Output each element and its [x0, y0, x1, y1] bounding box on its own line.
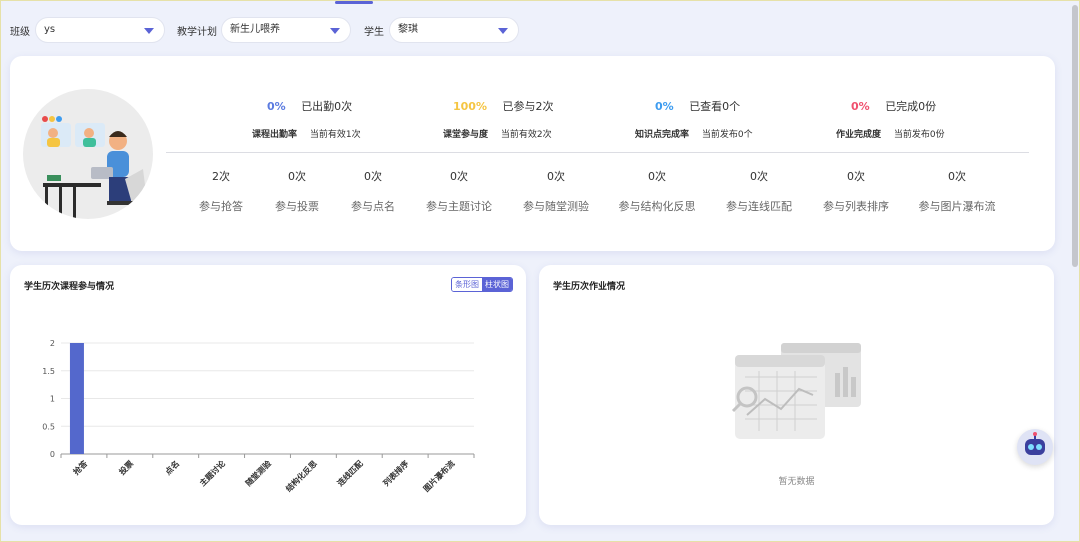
metric-attendance-sub: 课程出勤率 当前有效1次	[252, 127, 361, 140]
bar-chart: 0 0.5 1 1.5 2 抢答 投票 点名 主题讨论 随堂测验 结构化反思 连线匹配 列表排序 图片瀑布…	[42, 339, 475, 494]
activity-label: 参与列表排序	[823, 200, 889, 213]
robot-icon	[1025, 432, 1045, 455]
x-tick-label: 连线匹配	[335, 458, 365, 488]
y-tick-label: 1	[50, 395, 55, 404]
class-select-value: ys	[44, 24, 56, 35]
homework-card: 学生历次作业情况 暂无数据	[539, 265, 1054, 525]
student-select-value: 黎琪	[398, 24, 418, 35]
activity-item: 0次 参与列表排序	[801, 168, 911, 214]
activity-value: 0次	[547, 170, 565, 183]
metric-knowledge: 0% 已查看0个	[655, 98, 740, 114]
chevron-down-icon	[498, 28, 508, 34]
activity-item: 0次 参与连线匹配	[704, 168, 814, 214]
metric-participation-desc: 当前有效2次	[500, 130, 552, 140]
activity-value: 0次	[847, 170, 865, 183]
metric-attendance: 0% 已出勤0次	[267, 98, 352, 114]
chevron-down-icon	[144, 28, 154, 34]
metric-homework-desc: 当前发布0份	[893, 130, 945, 140]
plan-select[interactable]: 新生儿喂养	[221, 17, 351, 43]
metric-attendance-count: 已出勤0次	[301, 100, 353, 113]
metric-knowledge-pct: 0%	[655, 100, 674, 113]
course-participation-card: 学生历次课程参与情况 条形图 柱状图 0 0.5 1 1.5 2 抢答 投票 点名 主题讨论 随堂…	[10, 265, 526, 525]
metric-knowledge-sub: 知识点完成率 当前发布0个	[635, 127, 753, 140]
activity-value: 0次	[750, 170, 768, 183]
y-tick-label: 0	[50, 450, 55, 459]
y-tick-label: 0.5	[42, 422, 55, 431]
chevron-down-icon	[330, 28, 340, 34]
x-tick-label: 随堂测验	[243, 458, 273, 488]
divider	[166, 152, 1029, 153]
activity-value: 0次	[648, 170, 666, 183]
metric-participation: 100% 已参与2次	[453, 98, 553, 114]
metric-attendance-pct: 0%	[267, 100, 286, 113]
activity-label: 参与连线匹配	[726, 200, 792, 213]
x-tick-label: 投票	[117, 458, 135, 476]
x-tick-label: 抢答	[71, 458, 90, 477]
activity-label: 参与主题讨论	[426, 200, 492, 213]
scrollbar[interactable]	[1072, 5, 1078, 267]
x-tick-label: 图片瀑布流	[421, 458, 456, 493]
y-tick-label: 2	[50, 339, 55, 348]
activity-item: 0次 参与结构化反思	[602, 168, 712, 214]
page: 班级 ys 教学计划 新生儿喂养 学生 黎琪 0% 已出勤0次 课程出勤率 当前…	[0, 0, 1080, 542]
activity-label: 参与图片瀑布流	[918, 200, 996, 213]
empty-data-icon	[731, 343, 861, 439]
student-select[interactable]: 黎琪	[389, 17, 519, 43]
metric-participation-sub: 课堂参与度 当前有效2次	[443, 127, 552, 140]
metric-knowledge-label: 知识点完成率	[635, 130, 690, 140]
plan-filter-label: 教学计划	[177, 27, 217, 38]
metric-homework-count: 已完成0份	[885, 100, 937, 113]
x-tick-label: 点名	[163, 458, 181, 476]
active-tab-indicator	[335, 1, 373, 4]
activity-value: 0次	[948, 170, 966, 183]
class-select[interactable]: ys	[35, 17, 165, 43]
metric-participation-label: 课堂参与度	[443, 130, 489, 140]
student-filter-label: 学生	[364, 27, 384, 38]
activity-label: 参与结构化反思	[618, 200, 696, 213]
bar	[69, 343, 84, 454]
activity-label: 参与随堂测验	[523, 200, 589, 213]
plan-select-value: 新生儿喂养	[230, 24, 280, 35]
class-filter-label: 班级	[10, 27, 30, 38]
x-tick-label: 主题讨论	[197, 458, 227, 488]
x-tick-label: 列表排序	[381, 458, 411, 488]
metric-attendance-desc: 当前有效1次	[309, 130, 361, 140]
metric-participation-count: 已参与2次	[502, 100, 554, 113]
x-tick-label: 结构化反思	[283, 458, 318, 493]
student-illustration	[23, 89, 153, 219]
metric-homework-label: 作业完成度	[836, 130, 882, 140]
y-tick-label: 1.5	[42, 367, 55, 376]
metric-knowledge-desc: 当前发布0个	[701, 130, 753, 140]
activity-item: 0次 参与图片瀑布流	[902, 168, 1012, 214]
activity-item: 0次 参与主题讨论	[404, 168, 514, 214]
assistant-robot-button[interactable]	[1017, 429, 1053, 465]
metric-knowledge-count: 已查看0个	[689, 100, 741, 113]
metric-homework-sub: 作业完成度 当前发布0份	[836, 127, 945, 140]
metric-homework: 0% 已完成0份	[851, 98, 936, 114]
metric-homework-pct: 0%	[851, 100, 870, 113]
stats-card: 0% 已出勤0次 课程出勤率 当前有效1次 100% 已参与2次 课堂参与度 当…	[10, 56, 1055, 251]
empty-data-text: 暂无数据	[778, 477, 815, 487]
activity-value: 0次	[450, 170, 468, 183]
homework-title: 学生历次作业情况	[553, 282, 626, 292]
activity-item: 0次 参与随堂测验	[501, 168, 611, 214]
metric-participation-pct: 100%	[453, 100, 487, 113]
metric-attendance-label: 课程出勤率	[252, 130, 298, 140]
